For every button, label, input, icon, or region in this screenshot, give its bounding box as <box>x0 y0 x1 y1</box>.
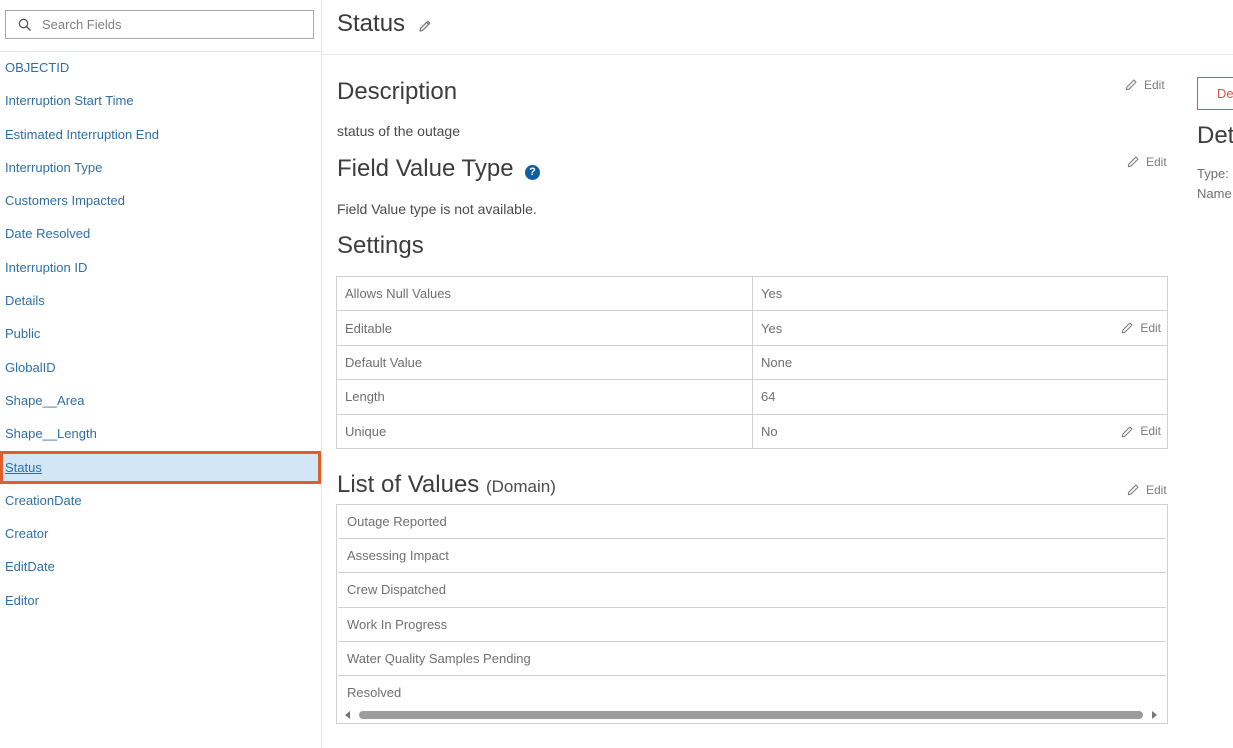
settings-title: Settings <box>337 232 424 259</box>
field-list-item[interactable]: Shape__Area <box>0 384 321 417</box>
field-list-item[interactable]: Details <box>0 284 321 317</box>
settings-key: Length <box>336 379 753 415</box>
edit-label: Edit <box>1140 320 1161 335</box>
field-list-item[interactable]: Shape__Length <box>0 417 321 450</box>
settings-value-cell: No Edit <box>752 413 1168 449</box>
domain-values-list: Outage Reported Assessing Impact Crew Disp… <box>336 504 1168 724</box>
field-list-item[interactable]: Customers Impacted <box>0 184 321 217</box>
settings-value: Yes <box>761 286 783 302</box>
field-list-item[interactable]: CreationDate <box>0 484 321 517</box>
domain-subtitle: (Domain) <box>485 477 556 496</box>
field-list-item[interactable]: EditDate <box>0 550 321 583</box>
search-icon <box>18 18 31 31</box>
settings-value: None <box>761 354 793 370</box>
description-text: status of the outage <box>337 123 460 139</box>
domain-value-row: Crew Dispatched <box>338 573 1166 608</box>
page-header: Status <box>322 0 1233 55</box>
domain-title-text: List of Values <box>337 471 480 498</box>
field-value-type-title: Field Value Type <box>337 155 514 182</box>
domain-edit-link[interactable]: Edit <box>1126 482 1167 497</box>
field-list-item[interactable]: Status <box>0 450 321 484</box>
settings-edit-link[interactable]: Edit <box>1120 320 1161 335</box>
edit-label: Edit <box>1146 482 1167 497</box>
name-label: Name <box>1197 186 1232 201</box>
pencil-icon <box>1122 426 1133 437</box>
pencil-icon[interactable] <box>417 18 433 34</box>
horizontal-scrollbar[interactable] <box>337 707 1167 723</box>
pencil-icon <box>1125 79 1137 91</box>
settings-row: Allows Null Values Yes <box>336 275 1168 312</box>
edit-label: Edit <box>1140 424 1161 439</box>
description-title: Description <box>337 78 458 105</box>
field-list-item[interactable]: OBJECTID <box>0 51 321 84</box>
settings-value-cell: None <box>752 344 1168 381</box>
field-list-item[interactable]: Interruption ID <box>0 251 321 284</box>
settings-value-cell: Yes Edit <box>752 310 1168 346</box>
domain-title: List of Values (Domain) <box>337 471 556 499</box>
settings-row: Unique No Edit <box>336 413 1168 449</box>
domain-value-row: Water Quality Samples Pending <box>338 642 1166 676</box>
delete-button[interactable]: De <box>1197 77 1233 110</box>
page-title: Status <box>337 10 406 37</box>
settings-key: Unique <box>336 413 753 449</box>
scrollbar-thumb[interactable] <box>359 711 1143 719</box>
settings-value: Yes <box>761 320 783 336</box>
settings-key: Allows Null Values <box>336 275 753 312</box>
field-list-item[interactable]: Date Resolved <box>0 217 321 250</box>
field-list-item[interactable]: Creator <box>0 517 321 550</box>
type-label: Type: <box>1197 166 1229 181</box>
main-panel: Status Description Edit status of the ou… <box>322 0 1233 748</box>
field-list-item[interactable]: GlobalID <box>0 351 321 384</box>
settings-value: 64 <box>761 389 776 405</box>
fields-sidebar: OBJECTIDInterruption Start TimeEstimated… <box>0 0 322 748</box>
field-list: OBJECTID Interruption Start Time Estimated… <box>0 51 321 617</box>
settings-key: Editable <box>336 310 753 346</box>
pencil-icon <box>1127 156 1139 168</box>
field-details-app: OBJECTIDInterruption Start TimeEstimated… <box>0 0 1233 748</box>
search-box[interactable] <box>5 10 314 39</box>
description-edit-link[interactable]: Edit <box>1124 77 1165 92</box>
domain-value-row: Resolved <box>347 684 402 700</box>
edit-label: Edit <box>1144 77 1165 92</box>
domain-value-row: Work In Progress <box>338 608 1166 642</box>
settings-value-cell: Yes <box>752 275 1168 312</box>
settings-value-cell: 64 <box>752 379 1168 415</box>
settings-value: No <box>761 423 778 439</box>
domain-value-row: Assessing Impact <box>338 539 1166 574</box>
details-title: Det <box>1197 122 1233 149</box>
domain-value-row: Outage Reported <box>338 505 1166 540</box>
field-list-item[interactable]: Interruption Type <box>0 151 321 184</box>
settings-row: Length 64 <box>336 379 1168 415</box>
search-input[interactable] <box>42 11 307 38</box>
field-list-item[interactable]: Estimated Interruption End <box>0 118 321 151</box>
edit-label: Edit <box>1146 154 1167 169</box>
scroll-left-icon[interactable] <box>345 711 350 719</box>
field-value-type-edit-link[interactable]: Edit <box>1126 154 1167 169</box>
settings-key: Default Value <box>336 344 753 381</box>
settings-row: Editable Yes Edit <box>336 310 1168 346</box>
help-icon[interactable]: ? <box>525 165 540 180</box>
settings-edit-link[interactable]: Edit <box>1120 424 1161 439</box>
settings-table: Allows Null Values Yes Editable Yes Edit Defa… <box>336 275 1168 449</box>
field-list-item[interactable]: Public <box>0 317 321 350</box>
pencil-icon <box>1122 322 1133 334</box>
pencil-icon <box>1127 484 1139 496</box>
scroll-right-icon[interactable] <box>1152 711 1157 719</box>
details-panel: De Det Type: Name <box>1197 55 1233 255</box>
field-list-item[interactable]: Editor <box>0 584 321 617</box>
field-list-item[interactable]: Interruption Start Time <box>0 84 321 117</box>
field-value-type-text: Field Value type is not available. <box>337 201 537 217</box>
settings-row: Default Value None <box>336 344 1168 381</box>
